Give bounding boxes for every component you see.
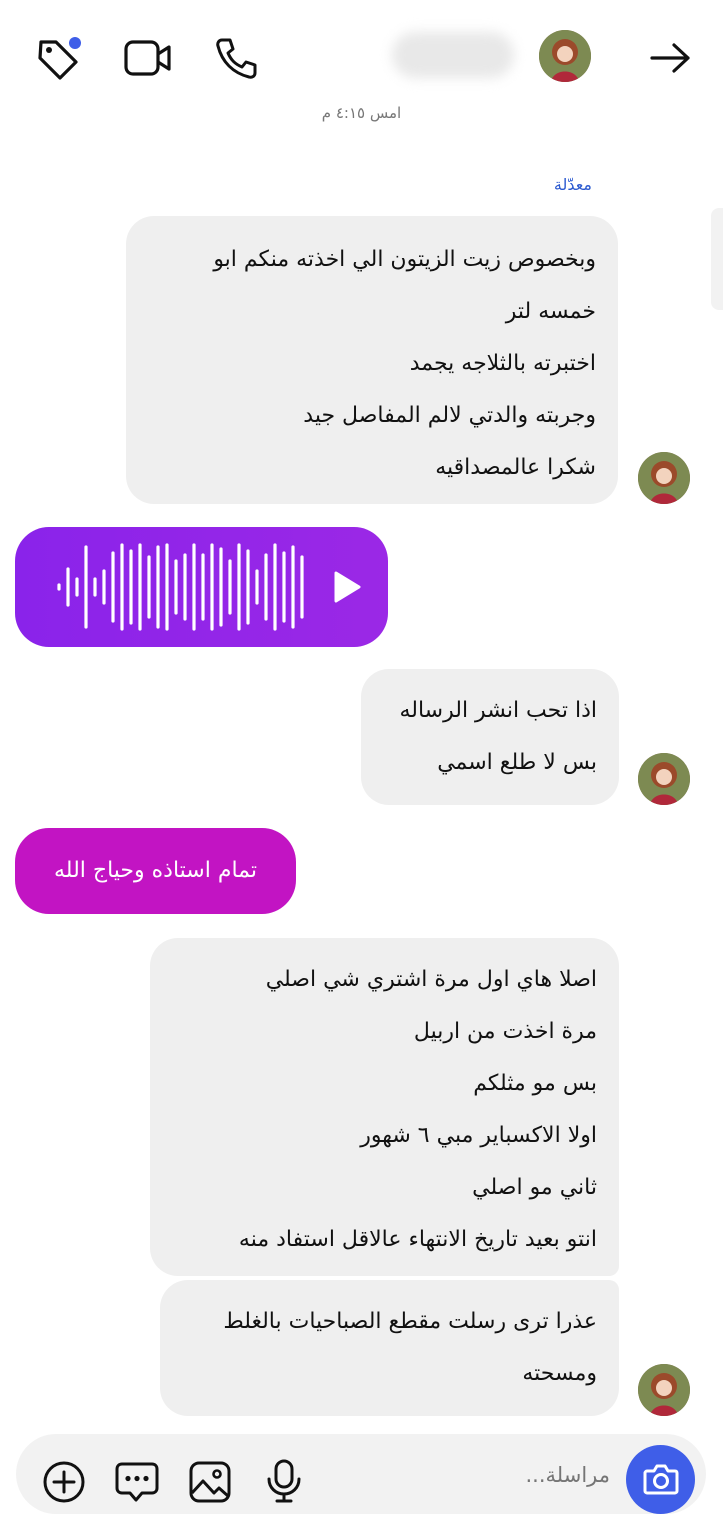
message-line: اذا تحب انشر الرساله	[399, 698, 597, 723]
sender-avatar[interactable]	[638, 452, 690, 504]
back-arrow-icon[interactable]	[650, 42, 692, 78]
video-call-icon[interactable]	[124, 38, 172, 82]
edited-label: معدّلة	[553, 175, 592, 194]
message-line: اصلا هاي اول مرة اشتري شي اصلي	[265, 967, 597, 992]
incoming-message[interactable]: اذا تحب انشر الرساله بس لا طلع اسمي	[361, 669, 619, 805]
message-line: بس مو مثلكم	[473, 1071, 597, 1096]
contact-name-blurred[interactable]	[392, 32, 514, 78]
message-line: خمسه لتر	[505, 299, 596, 324]
microphone-icon[interactable]	[264, 1458, 304, 1508]
side-panel-handle[interactable]	[711, 208, 723, 310]
add-icon[interactable]	[42, 1460, 86, 1508]
play-icon[interactable]	[332, 570, 362, 604]
message-timestamp: امس ٤:١٥ م	[321, 104, 402, 122]
message-line: مرة اخذت من اربيل	[413, 1019, 597, 1044]
voice-message[interactable]	[15, 527, 388, 647]
message-line: وبخصوص زيت الزيتون الي اخذته منكم ابو	[213, 247, 596, 272]
contact-avatar[interactable]	[539, 30, 591, 82]
image-icon[interactable]	[188, 1460, 232, 1508]
sender-avatar[interactable]	[638, 753, 690, 805]
message-line: عذرا ترى رسلت مقطع الصباحيات بالغلط	[223, 1309, 597, 1334]
incoming-message[interactable]: اصلا هاي اول مرة اشتري شي اصلي مرة اخذت …	[150, 938, 619, 1276]
message-line: اختبرته بالثلاجه يجمد	[409, 351, 596, 376]
message-line: ثاني مو اصلي	[472, 1175, 597, 1200]
tag-icon[interactable]	[36, 36, 84, 84]
message-line: بس لا طلع اسمي	[437, 750, 597, 775]
message-line: وجربته والدتي لالم المفاصل جيد	[303, 403, 596, 428]
sender-avatar[interactable]	[638, 1364, 690, 1416]
camera-button[interactable]	[626, 1445, 695, 1514]
waveform-icon	[57, 543, 304, 631]
phone-call-icon[interactable]	[214, 36, 258, 84]
incoming-message[interactable]: وبخصوص زيت الزيتون الي اخذته منكم ابو خم…	[126, 216, 618, 504]
outgoing-message[interactable]: تمام استاذه وحياج الله	[15, 828, 296, 914]
incoming-message[interactable]: عذرا ترى رسلت مقطع الصباحيات بالغلط ومسح…	[160, 1280, 619, 1416]
message-line: انتو بعيد تاريخ الانتهاء عالاقل استفاد م…	[238, 1227, 597, 1252]
message-line: شكرا عالمصداقيه	[435, 455, 596, 480]
camera-icon	[643, 1464, 679, 1495]
message-line: ومسحته	[522, 1361, 597, 1386]
chat-bubble-icon[interactable]	[114, 1460, 160, 1508]
message-line: اولا الاكسباير مبي ٦ شهور	[360, 1123, 597, 1148]
chat-header	[0, 0, 723, 100]
message-input[interactable]	[420, 1458, 610, 1492]
